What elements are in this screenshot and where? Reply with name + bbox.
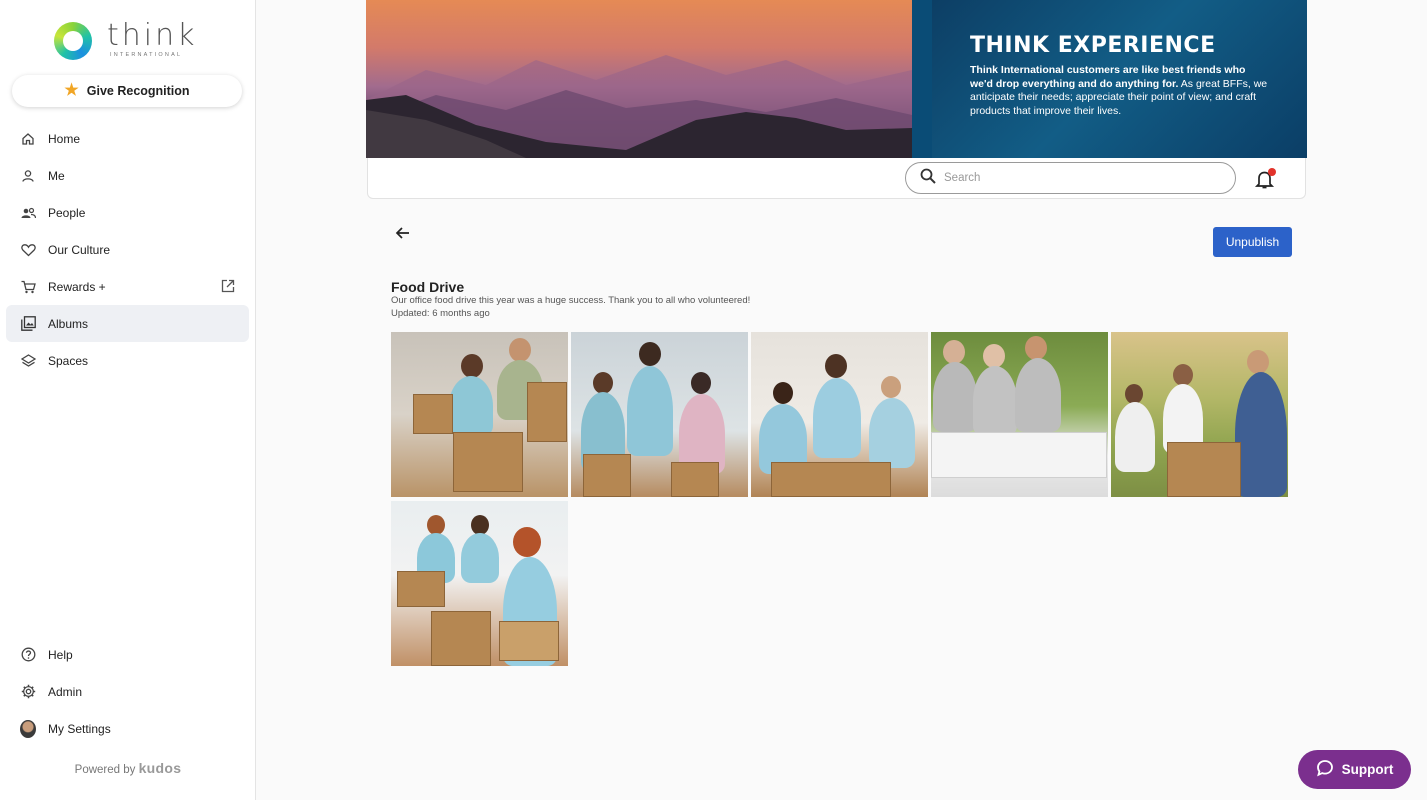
banner-title: THINK EXPERIENCE: [970, 33, 1216, 58]
notification-badge: [1268, 168, 1276, 176]
sidebar-item-label: Spaces: [48, 353, 89, 368]
support-button[interactable]: Support: [1298, 750, 1411, 789]
album-description: Our office food drive this year was a hu…: [391, 295, 751, 306]
give-recognition-button[interactable]: ★ Give Recognition: [12, 75, 242, 107]
powered-by[interactable]: Powered by kudos: [0, 760, 256, 776]
sidebar-item-spaces[interactable]: Spaces: [6, 342, 249, 379]
sidebar-item-my-settings[interactable]: My Settings: [6, 710, 249, 747]
star-icon: ★: [64, 82, 79, 99]
logo-wordmark: think: [107, 18, 198, 53]
chat-bubble-icon: [1316, 759, 1334, 780]
banner-mountain-image: [366, 0, 912, 158]
sidebar-item-albums[interactable]: Albums: [6, 305, 249, 342]
banner-text: Think International customers are like b…: [970, 64, 1268, 117]
search-input[interactable]: [944, 172, 1214, 184]
give-recognition-label: Give Recognition: [86, 84, 190, 98]
sidebar-item-label: Admin: [48, 684, 83, 699]
sidebar-item-label: Our Culture: [48, 242, 111, 257]
main-nav: Home Me People Our Culture Rewards + Alb…: [6, 120, 249, 379]
people-icon: [20, 205, 36, 221]
album-icon: [20, 316, 36, 332]
sidebar-item-me[interactable]: Me: [6, 157, 249, 194]
unpublish-button[interactable]: Unpublish: [1213, 227, 1292, 257]
album-updated: Updated: 6 months ago: [391, 308, 490, 319]
sidebar-item-our-culture[interactable]: Our Culture: [6, 231, 249, 268]
heart-icon: [20, 242, 36, 258]
person-icon: [20, 168, 36, 184]
bell-icon: [1254, 171, 1276, 194]
sidebar-item-label: Me: [48, 168, 65, 183]
banner-message-panel: THINK EXPERIENCE Think International cus…: [912, 0, 1307, 158]
gear-icon: [20, 684, 36, 700]
sidebar-item-label: Rewards +: [48, 279, 106, 294]
sidebar-item-label: Albums: [48, 316, 89, 331]
help-icon: [20, 647, 36, 663]
album-photo[interactable]: [1111, 332, 1288, 497]
sidebar-item-label: People: [48, 205, 86, 220]
album-photo[interactable]: [391, 332, 568, 497]
arrow-left-icon: [394, 227, 412, 246]
notifications-button[interactable]: [1254, 168, 1276, 190]
sidebar: think INTERNATIONAL ★ Give Recognition H…: [0, 0, 256, 800]
kudos-logo: kudos: [138, 760, 182, 776]
top-bar: [367, 158, 1306, 199]
think-logo[interactable]: think INTERNATIONAL: [54, 18, 204, 62]
sidebar-item-label: My Settings: [48, 721, 111, 736]
sidebar-item-help[interactable]: Help: [6, 636, 249, 673]
header-banner: THINK EXPERIENCE Think International cus…: [366, 0, 1307, 158]
album-photo[interactable]: [931, 332, 1108, 497]
sidebar-item-rewards[interactable]: Rewards +: [6, 268, 249, 305]
search-icon: [920, 168, 936, 189]
sidebar-item-people[interactable]: People: [6, 194, 249, 231]
external-link-icon[interactable]: [221, 279, 235, 293]
album-photo[interactable]: [571, 332, 748, 497]
layers-icon: [20, 353, 36, 369]
album-photo[interactable]: [391, 501, 568, 666]
avatar: [20, 719, 36, 738]
home-icon: [20, 131, 36, 147]
powered-by-prefix: Powered by: [74, 764, 136, 776]
logo-subtitle: INTERNATIONAL: [110, 52, 183, 58]
search-box[interactable]: [905, 162, 1236, 194]
support-label: Support: [1341, 762, 1394, 777]
cart-icon: [20, 279, 36, 295]
back-button[interactable]: [394, 224, 412, 242]
sidebar-item-label: Help: [48, 647, 73, 662]
sidebar-item-admin[interactable]: Admin: [6, 673, 249, 710]
bottom-nav: Help Admin My Settings: [6, 636, 249, 747]
sidebar-item-label: Home: [48, 131, 81, 146]
logo-ring-icon: [54, 22, 92, 60]
sidebar-item-home[interactable]: Home: [6, 120, 249, 157]
album-photo[interactable]: [751, 332, 928, 497]
album-title: Food Drive: [391, 279, 465, 295]
